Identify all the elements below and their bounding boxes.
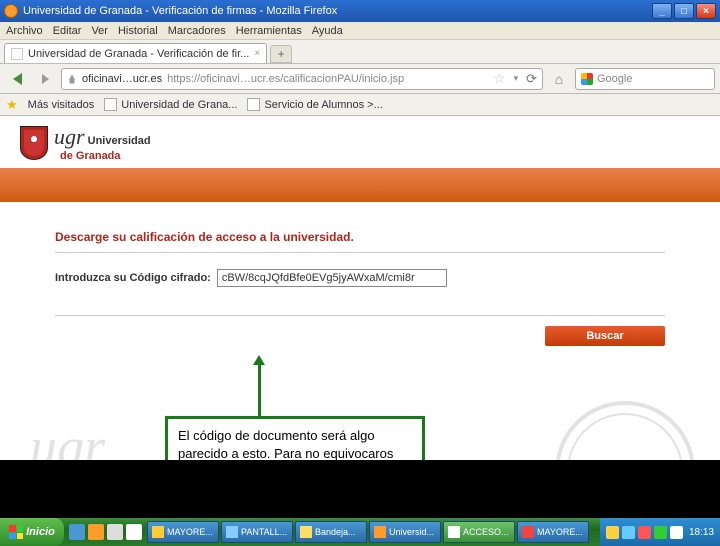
letterbox	[0, 464, 720, 518]
buscar-button[interactable]: Buscar	[545, 326, 665, 346]
divider	[55, 252, 665, 253]
bookmark-star-icon[interactable]: ☆	[493, 70, 506, 87]
watermark-seal: · 1 5 3 1 ·	[555, 401, 695, 464]
menu-marcadores[interactable]: Marcadores	[168, 25, 226, 37]
menu-historial[interactable]: Historial	[118, 25, 158, 37]
reload-icon[interactable]: ⟳	[526, 71, 537, 87]
menu-bar: Archivo Editar Ver Historial Marcadores …	[0, 22, 720, 40]
task-label: MAYORE...	[167, 527, 213, 537]
task-icon	[152, 526, 164, 538]
task-icon	[374, 526, 386, 538]
window-titlebar: Universidad de Granada - Verificación de…	[0, 0, 720, 22]
forward-button[interactable]	[33, 68, 57, 90]
task-label: PANTALL...	[241, 527, 287, 537]
address-bar[interactable]: oficinavi…ucr.es https://oficinavirtual.…	[61, 68, 543, 90]
tab-favicon	[11, 48, 23, 60]
start-label: Inicio	[26, 526, 55, 538]
annotation-box: El código de documento será algo parecid…	[165, 416, 425, 464]
navigation-toolbar: oficinavi…ucr.es https://oficinavirtual.…	[0, 64, 720, 94]
task-icon	[448, 526, 460, 538]
quicklaunch-icon[interactable]	[107, 524, 123, 540]
bookmark-label: Más visitados	[28, 99, 95, 111]
url-host: oficinavi…ucr.es	[82, 73, 162, 85]
close-button[interactable]: ×	[696, 3, 716, 19]
taskbar-clock: 18:13	[689, 527, 714, 538]
brand-ugr: ugr	[54, 124, 85, 149]
tab-title: Universidad de Granada - Verificación de…	[28, 48, 249, 60]
search-box[interactable]: Google	[575, 68, 715, 90]
task-label: Universid...	[389, 527, 434, 537]
brand-text: ugr Universidad de Granada	[54, 124, 151, 162]
menu-archivo[interactable]: Archivo	[6, 25, 43, 37]
tab-active[interactable]: Universidad de Granada - Verificación de…	[4, 43, 267, 63]
brand-granada: de Granada	[54, 150, 151, 162]
bookmark-label: Servicio de Alumnos >...	[264, 99, 382, 111]
code-label: Introduzca su Código cifrado:	[55, 272, 211, 284]
menu-ver[interactable]: Ver	[91, 25, 108, 37]
bookmark-label: Universidad de Grana...	[121, 99, 237, 111]
bookmark-favicon	[247, 98, 260, 111]
tray-icon[interactable]	[670, 526, 683, 539]
google-icon	[581, 73, 593, 85]
bookmarks-bar: ★ Más visitados Universidad de Grana... …	[0, 94, 720, 116]
brand-header: ugr Universidad de Granada	[0, 116, 720, 166]
minimize-button[interactable]: _	[652, 3, 672, 19]
menu-herramientas[interactable]: Herramientas	[236, 25, 302, 37]
tab-close-icon[interactable]: ×	[254, 48, 260, 59]
menu-editar[interactable]: Editar	[53, 25, 82, 37]
code-input[interactable]	[217, 269, 447, 287]
quicklaunch-icon[interactable]	[88, 524, 104, 540]
bookmark-mas-visitados[interactable]: Más visitados	[28, 99, 95, 111]
main-content: Descarge su calificación de acceso a la …	[0, 202, 720, 346]
arrow-left-icon	[13, 73, 22, 85]
start-button[interactable]: Inicio	[0, 518, 64, 546]
tray-icon[interactable]	[606, 526, 619, 539]
search-placeholder: Google	[597, 73, 632, 85]
task-label: Bandeja...	[315, 527, 356, 537]
task-label: MAYORE...	[537, 527, 583, 537]
bookmarks-star-icon: ★	[6, 97, 18, 113]
tray-icon[interactable]	[622, 526, 635, 539]
lock-icon	[67, 74, 77, 84]
task-icon	[226, 526, 238, 538]
orange-banner	[0, 168, 720, 202]
page-heading: Descarge su calificación de acceso a la …	[55, 230, 665, 244]
menu-ayuda[interactable]: Ayuda	[312, 25, 343, 37]
bookmark-favicon	[104, 98, 117, 111]
ugr-shield-icon	[20, 126, 48, 160]
page-content: ugr Universidad de Granada Descarge su c…	[0, 116, 720, 464]
divider	[55, 315, 665, 316]
url-display: https://oficinavi…ucr.es/calificacionPAU…	[167, 73, 404, 85]
task-label: ACCESO...	[463, 527, 509, 537]
window-title: Universidad de Granada - Verificación de…	[23, 5, 650, 17]
tray-icon[interactable]	[654, 526, 667, 539]
brand-universidad: Universidad	[88, 135, 151, 147]
back-button[interactable]	[5, 68, 29, 90]
arrow-right-icon	[42, 74, 49, 84]
code-form-row: Introduzca su Código cifrado:	[55, 269, 665, 287]
windows-logo-icon	[9, 525, 23, 539]
maximize-button[interactable]: □	[674, 3, 694, 19]
annotation-arrow-icon	[258, 364, 261, 416]
new-tab-button[interactable]: +	[270, 45, 292, 63]
url-dropdown-icon[interactable]: ▾	[514, 73, 519, 84]
home-button[interactable]: ⌂	[547, 68, 571, 90]
task-icon	[300, 526, 312, 538]
bookmark-alumnos[interactable]: Servicio de Alumnos >...	[247, 98, 382, 111]
bookmark-ugr[interactable]: Universidad de Grana...	[104, 98, 237, 111]
quicklaunch-icon[interactable]	[126, 524, 142, 540]
windows-taskbar: Inicio MAYORE... PANTALL... Bandeja... U…	[0, 518, 720, 546]
tab-strip: Universidad de Granada - Verificación de…	[0, 40, 720, 64]
quick-launch	[64, 524, 147, 540]
task-icon	[522, 526, 534, 538]
watermark-ugr: ugr	[30, 416, 105, 464]
firefox-icon	[4, 4, 18, 18]
quicklaunch-icon[interactable]	[69, 524, 85, 540]
system-tray: 18:13	[600, 518, 720, 546]
tray-icon[interactable]	[638, 526, 651, 539]
